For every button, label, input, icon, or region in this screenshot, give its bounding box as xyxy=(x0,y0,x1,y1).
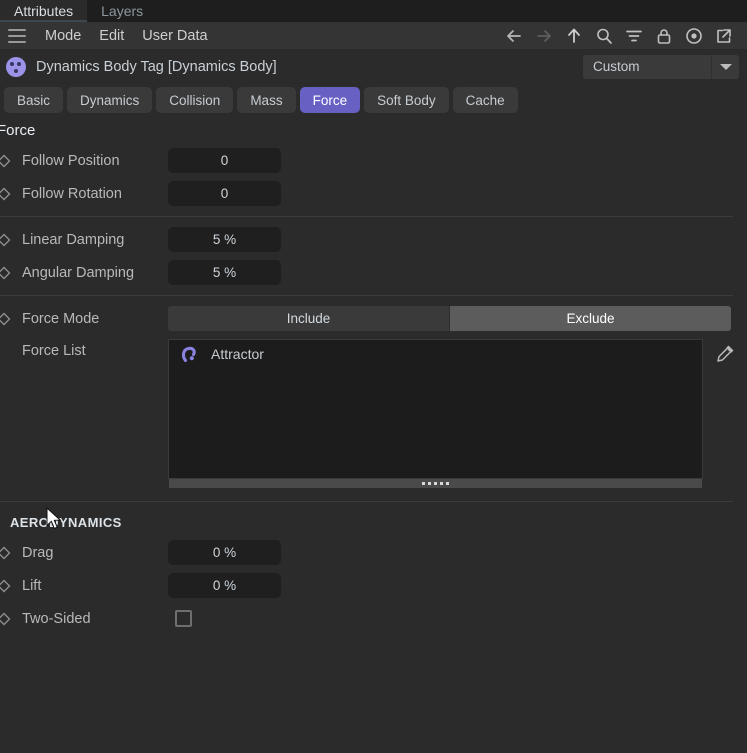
lock-icon[interactable] xyxy=(653,25,675,47)
label-force-mode: Force Mode xyxy=(22,310,100,327)
force-list-box[interactable]: Attractor xyxy=(168,339,703,488)
tab-dynamics-label: Dynamics xyxy=(80,92,140,108)
keyframe-diamond-icon[interactable] xyxy=(0,265,12,281)
input-follow-position[interactable]: 0 xyxy=(168,148,281,173)
row-linear-damping: Linear Damping 5 % xyxy=(0,223,747,256)
input-linear-damping[interactable]: 5 % xyxy=(168,227,281,252)
window-tab-layers[interactable]: Layers xyxy=(87,0,158,22)
tab-dynamics[interactable]: Dynamics xyxy=(67,87,153,113)
tab-force-label: Force xyxy=(312,92,348,108)
row-lift: Lift 0 % xyxy=(0,569,747,602)
row-follow-position: Follow Position 0 xyxy=(0,144,747,177)
row-angular-damping: Angular Damping 5 % xyxy=(0,256,747,289)
label-follow-rotation: Follow Rotation xyxy=(22,185,122,202)
label-force-list: Force List xyxy=(22,343,86,359)
row-force-list: Force List Attractor xyxy=(0,339,747,488)
list-item-label: Attractor xyxy=(211,346,264,362)
window-tab-layers-label: Layers xyxy=(101,3,144,19)
tab-force[interactable]: Force xyxy=(299,87,361,113)
tab-mass[interactable]: Mass xyxy=(237,87,296,113)
label-follow-position: Follow Position xyxy=(22,152,120,169)
row-force-mode: Force Mode Include Exclude xyxy=(0,302,747,335)
checkbox-two-sided[interactable] xyxy=(175,610,192,627)
eyedropper-icon[interactable] xyxy=(711,339,741,367)
chevron-down-icon[interactable] xyxy=(711,54,739,79)
label-two-sided: Two-Sided xyxy=(22,610,91,627)
keyframe-diamond-icon[interactable] xyxy=(0,611,12,627)
input-drag[interactable]: 0 % xyxy=(168,540,281,565)
force-mode-option-exclude[interactable]: Exclude xyxy=(450,306,731,331)
hamburger-menu-icon[interactable] xyxy=(8,28,26,43)
divider xyxy=(0,501,733,502)
input-follow-rotation[interactable]: 0 xyxy=(168,181,281,206)
menu-item-user-data[interactable]: User Data xyxy=(133,22,216,50)
keyframe-diamond-icon[interactable] xyxy=(0,578,12,594)
list-item[interactable]: Attractor xyxy=(169,340,702,368)
page-title: Dynamics Body Tag [Dynamics Body] xyxy=(36,58,277,75)
tab-basic[interactable]: Basic xyxy=(4,87,64,113)
attribute-body: Force Follow Position 0 Follow Rotation … xyxy=(0,116,747,728)
resize-grip-icon[interactable] xyxy=(169,479,702,488)
window-tab-strip: Attributes Layers xyxy=(0,0,747,22)
row-two-sided: Two-Sided xyxy=(0,602,747,635)
tab-collision-label: Collision xyxy=(169,92,221,108)
label-drag: Drag xyxy=(22,544,54,561)
window-tab-attributes-label: Attributes xyxy=(14,3,74,19)
keyframe-diamond-icon[interactable] xyxy=(0,186,12,202)
tab-cache-label: Cache xyxy=(465,92,505,108)
menu-bar: Mode Edit User Data xyxy=(0,22,747,50)
force-mode-segmented-control: Include Exclude xyxy=(168,306,731,331)
row-drag: Drag 0 % xyxy=(0,536,747,569)
open-external-icon[interactable] xyxy=(713,25,735,47)
divider xyxy=(0,216,733,217)
label-angular-damping: Angular Damping xyxy=(22,264,135,281)
menu-toolbar xyxy=(503,25,739,47)
force-mode-option-include[interactable]: Include xyxy=(168,306,450,331)
search-icon[interactable] xyxy=(593,25,615,47)
attractor-icon xyxy=(179,343,201,365)
tab-cache[interactable]: Cache xyxy=(452,87,518,113)
window-tab-attributes[interactable]: Attributes xyxy=(0,0,88,22)
divider xyxy=(0,295,733,296)
preset-selector[interactable]: Custom xyxy=(583,54,739,79)
back-arrow-icon[interactable] xyxy=(503,25,525,47)
dynamics-body-tag-icon xyxy=(6,56,26,77)
keyframe-diamond-icon[interactable] xyxy=(0,153,12,169)
row-follow-rotation: Follow Rotation 0 xyxy=(0,177,747,210)
input-angular-damping[interactable]: 5 % xyxy=(168,260,281,285)
object-header: Dynamics Body Tag [Dynamics Body] Custom xyxy=(0,50,747,84)
input-lift[interactable]: 0 % xyxy=(168,573,281,598)
tab-soft-body-label: Soft Body xyxy=(377,92,436,108)
tab-collision[interactable]: Collision xyxy=(156,87,234,113)
tab-basic-label: Basic xyxy=(17,92,51,108)
keyframe-diamond-icon[interactable] xyxy=(0,545,12,561)
forward-arrow-icon[interactable] xyxy=(533,25,555,47)
keyframe-diamond-icon[interactable] xyxy=(0,232,12,248)
menu-item-mode[interactable]: Mode xyxy=(36,22,90,50)
tab-soft-body[interactable]: Soft Body xyxy=(364,87,449,113)
up-arrow-icon[interactable] xyxy=(563,25,585,47)
aerodynamics-section-title: AERODYNAMICS xyxy=(10,514,122,530)
target-icon[interactable] xyxy=(683,25,705,47)
preset-value[interactable]: Custom xyxy=(583,54,711,79)
label-lift: Lift xyxy=(22,577,42,594)
label-linear-damping: Linear Damping xyxy=(22,231,125,248)
attribute-tab-bar: Basic Dynamics Collision Mass Force Soft… xyxy=(0,84,747,116)
keyframe-diamond-icon[interactable] xyxy=(0,311,12,327)
filter-icon[interactable] xyxy=(623,25,645,47)
menu-item-edit[interactable]: Edit xyxy=(90,22,133,50)
force-section-title: Force xyxy=(0,121,36,139)
tab-mass-label: Mass xyxy=(250,92,283,108)
